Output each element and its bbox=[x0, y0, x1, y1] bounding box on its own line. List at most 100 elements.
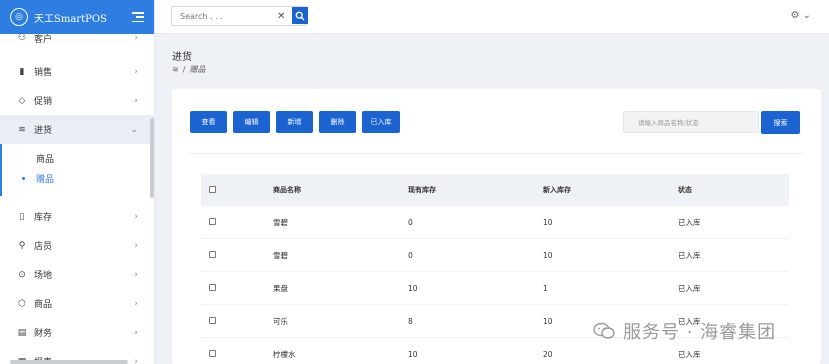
breadcrumb-separator: / bbox=[182, 65, 186, 74]
sidebar-item-venues[interactable]: ⊙ 场地 › bbox=[0, 260, 154, 289]
search-button[interactable]: 搜索 bbox=[761, 111, 800, 134]
stocked-button[interactable]: 已入库 bbox=[362, 111, 400, 133]
sidebar-item-label: 进货 bbox=[34, 126, 53, 136]
chevron-right-icon: › bbox=[134, 298, 138, 309]
cell-new-stock: 20 bbox=[543, 349, 553, 359]
gear-icon: ⚙ ⌄ bbox=[790, 10, 811, 21]
chevron-right-icon: › bbox=[134, 269, 138, 280]
sidebar-item-finance[interactable]: ▤ 财务 › bbox=[0, 318, 154, 347]
table-row[interactable]: 雪碧 0 10 已入库 bbox=[201, 206, 789, 239]
sidebar-item-inventory[interactable]: ▯ 库存 › bbox=[0, 202, 154, 231]
column-header-current-stock: 现有库存 bbox=[408, 186, 436, 194]
row-checkbox[interactable] bbox=[209, 283, 216, 291]
cell-current-stock: 10 bbox=[408, 349, 418, 359]
sidebar-item-purchasing[interactable]: ≋ 进货 ⌄ bbox=[0, 115, 154, 144]
file-icon: ▤ bbox=[17, 327, 27, 338]
sidebar-item-customers[interactable]: ⚇ 客户 › bbox=[0, 30, 154, 46]
bar-chart-icon: ▮ bbox=[19, 66, 25, 77]
sidebar-item-label: 财务 bbox=[34, 329, 53, 339]
cell-new-stock: 10 bbox=[543, 217, 553, 227]
settings-dropdown[interactable]: ⚙ ⌄ bbox=[790, 10, 811, 21]
brand-bar: ◎ 天工SmartPOS bbox=[0, 0, 154, 34]
cell-status: 已入库 bbox=[678, 349, 701, 359]
sidebar-horizontal-scrollbar[interactable] bbox=[10, 360, 128, 364]
cell-name: 雪碧 bbox=[273, 217, 288, 227]
cell-name: 果盘 bbox=[273, 283, 288, 293]
view-button[interactable]: 查看 bbox=[190, 111, 227, 133]
sidebar-item-label: 客户 bbox=[34, 34, 53, 45]
tag-icon: ◇ bbox=[18, 95, 26, 106]
tablet-icon: ▯ bbox=[19, 211, 25, 222]
table-row[interactable]: 雪碧 0 10 已入库 bbox=[201, 239, 789, 272]
cell-current-stock: 10 bbox=[408, 283, 418, 293]
layers-icon[interactable]: ≋ bbox=[172, 65, 179, 74]
search-icon bbox=[295, 11, 305, 20]
watermark: 服务号 · 海睿集团 bbox=[593, 318, 776, 344]
table-row[interactable]: 果盘 10 1 已入库 bbox=[201, 272, 789, 305]
header-search-box: ✕ bbox=[171, 6, 307, 26]
sidebar: ◎ 天工SmartPOS ⚇ 客户 › ▮ 销售 › ◇ 促销 › ≋ 进货 ⌄… bbox=[0, 0, 155, 364]
sidebar-item-products[interactable]: ⬡ 商品 › bbox=[0, 289, 154, 318]
cell-name: 雪碧 bbox=[273, 250, 288, 260]
cell-status: 已入库 bbox=[678, 283, 701, 293]
row-checkbox[interactable] bbox=[209, 349, 216, 357]
chevron-right-icon: › bbox=[134, 356, 138, 364]
sidebar-item-label: 场地 bbox=[34, 271, 53, 281]
menu-toggle-icon[interactable] bbox=[132, 12, 144, 22]
header-search-button[interactable] bbox=[292, 7, 308, 24]
app-title: 天工SmartPOS bbox=[34, 13, 107, 25]
cell-status: 已入库 bbox=[678, 250, 701, 260]
close-icon[interactable]: ✕ bbox=[277, 11, 285, 22]
map-pin-icon: ⊙ bbox=[18, 269, 26, 280]
sidebar-item-promotions[interactable]: ◇ 促销 › bbox=[0, 86, 154, 115]
sidebar-item-staff[interactable]: ⚲ 店员 › bbox=[0, 231, 154, 260]
cell-current-stock: 0 bbox=[408, 217, 413, 227]
sidebar-item-label: 库存 bbox=[34, 213, 53, 223]
filter-input[interactable]: 请输入商品名称/状态 bbox=[623, 111, 759, 133]
delete-button[interactable]: 删除 bbox=[319, 111, 356, 133]
divider bbox=[188, 153, 804, 154]
page-title: 进货 bbox=[172, 52, 192, 63]
wechat-icon bbox=[593, 322, 615, 339]
row-checkbox[interactable] bbox=[209, 217, 216, 225]
chevron-down-icon: ⌄ bbox=[130, 124, 138, 135]
sidebar-item-sales[interactable]: ▮ 销售 › bbox=[0, 57, 154, 86]
sidebar-item-label: 商品 bbox=[34, 300, 53, 310]
breadcrumb: ≋ / 赠品 bbox=[172, 64, 205, 75]
purchasing-submenu: 商品 赠品 bbox=[0, 144, 154, 196]
search-input[interactable] bbox=[172, 11, 277, 21]
app-logo-icon: ◎ bbox=[10, 8, 28, 26]
breadcrumb-current: 赠品 bbox=[189, 65, 206, 74]
chevron-right-icon: › bbox=[134, 66, 138, 77]
chevron-right-icon: › bbox=[134, 211, 138, 222]
chevron-right-icon: › bbox=[134, 95, 138, 106]
sidebar-item-label: 促销 bbox=[34, 97, 53, 107]
sidebar-scrollbar[interactable] bbox=[150, 118, 154, 198]
submenu-item-products[interactable]: 商品 bbox=[2, 148, 154, 168]
cell-name: 可乐 bbox=[273, 316, 288, 326]
row-checkbox[interactable] bbox=[209, 316, 216, 324]
sidebar-item-label: 销售 bbox=[34, 68, 53, 78]
select-all-checkbox[interactable] bbox=[209, 185, 216, 193]
column-header-status: 状态 bbox=[678, 186, 692, 194]
users-icon: ⚇ bbox=[17, 33, 27, 43]
submenu-item-gifts[interactable]: 赠品 bbox=[2, 168, 154, 188]
add-button[interactable]: 新增 bbox=[276, 111, 313, 133]
cell-new-stock: 10 bbox=[543, 250, 553, 260]
chevron-right-icon: › bbox=[134, 240, 138, 251]
box-icon: ⬡ bbox=[18, 298, 26, 309]
cell-name: 柠檬水 bbox=[273, 349, 296, 359]
layers-icon: ≋ bbox=[18, 124, 26, 135]
sidebar-item-label: 店员 bbox=[34, 242, 53, 252]
watermark-text: 服务号 · 海睿集团 bbox=[623, 322, 777, 343]
column-header-name: 商品名称 bbox=[273, 186, 301, 194]
chevron-right-icon: › bbox=[134, 327, 138, 338]
cell-new-stock: 1 bbox=[543, 283, 548, 293]
cell-status: 已入库 bbox=[678, 217, 701, 227]
row-checkbox[interactable] bbox=[209, 250, 216, 258]
user-icon: ⚲ bbox=[18, 240, 26, 251]
cell-current-stock: 0 bbox=[408, 250, 413, 260]
cell-current-stock: 8 bbox=[408, 316, 413, 326]
top-header: ✕ ⚙ ⌄ bbox=[155, 0, 829, 34]
edit-button[interactable]: 编辑 bbox=[233, 111, 270, 133]
